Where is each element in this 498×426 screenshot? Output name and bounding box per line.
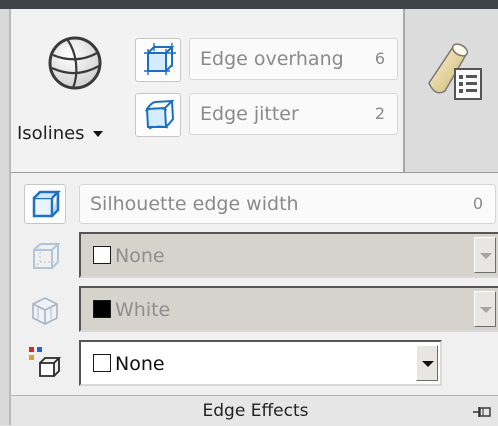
select-value: None: [115, 245, 165, 267]
chevron-down-icon: [480, 253, 492, 259]
silhouette-edges-button[interactable]: [24, 184, 66, 224]
edge-jitter-field[interactable]: Edge jitter 2: [189, 93, 398, 135]
isolines-dropdown[interactable]: Isolines: [17, 123, 104, 144]
select-value: None: [115, 353, 165, 375]
section-divider: [11, 172, 498, 173]
dropdown-caret-icon: [93, 131, 104, 137]
color-swatch: [93, 300, 111, 318]
edge-overhang-field[interactable]: Edge overhang 6: [189, 38, 398, 80]
edge-jitter-button[interactable]: [135, 93, 181, 137]
dropdown-arrow-button[interactable]: [416, 345, 438, 381]
face-color-select[interactable]: White: [79, 286, 498, 332]
isolines-label: Isolines: [17, 123, 85, 144]
chevron-down-icon: [480, 307, 492, 313]
select-value: White: [115, 299, 171, 321]
obscured-edges-select[interactable]: None: [79, 232, 498, 278]
window-top-bar: [0, 0, 498, 9]
upper-controls-area: Isolines Edge overhang 6 Edge jitter 2: [11, 9, 405, 172]
face-color-icon: [32, 297, 58, 325]
edge-jitter-value: 2: [374, 104, 385, 123]
dropdown-arrow-button[interactable]: [474, 291, 496, 327]
overhang-cube-icon: [144, 43, 176, 75]
silhouette-edge-width-value: 0: [472, 194, 483, 213]
panel-footer: Edge Effects: [11, 395, 498, 426]
cylinder-list-icon[interactable]: [423, 39, 487, 103]
edge-jitter-label: Edge jitter: [200, 103, 299, 125]
jitter-cube-icon: [144, 99, 175, 130]
side-panel-area: [405, 9, 498, 172]
panel-title: Edge Effects: [202, 401, 309, 421]
color-swatch: [93, 246, 111, 264]
color-swatch: [93, 354, 111, 372]
obscured-edges-icon: [33, 243, 61, 269]
pin-icon[interactable]: [472, 404, 494, 420]
silhouette-edge-width-label: Silhouette edge width: [90, 193, 299, 215]
chevron-down-icon: [422, 361, 434, 367]
edge-overhang-button[interactable]: [135, 38, 181, 82]
color-edges-icon: [29, 347, 62, 377]
edge-overhang-label: Edge overhang: [200, 48, 344, 70]
silhouette-cube-icon: [32, 190, 62, 218]
edge-overhang-value: 6: [374, 49, 385, 68]
edge-color-select[interactable]: None: [79, 340, 442, 386]
edge-effects-panel: Isolines Edge overhang 6 Edge jitter 2 S…: [9, 9, 498, 426]
left-edge-strip: [0, 9, 9, 425]
dropdown-arrow-button[interactable]: [474, 237, 496, 273]
sphere-icon[interactable]: [47, 35, 103, 91]
silhouette-edge-width-field[interactable]: Silhouette edge width 0: [79, 184, 496, 224]
